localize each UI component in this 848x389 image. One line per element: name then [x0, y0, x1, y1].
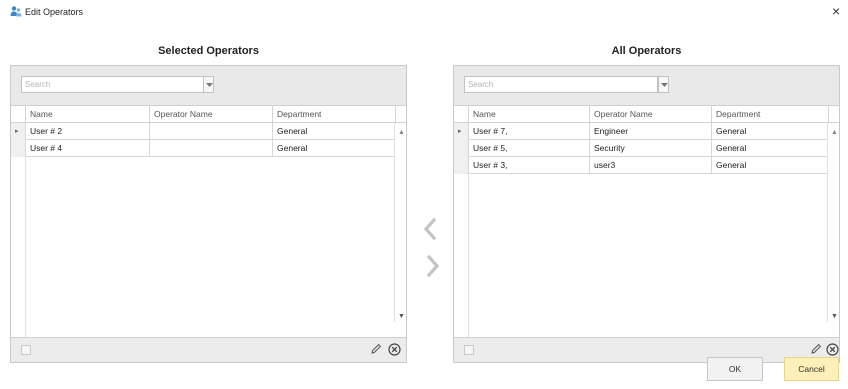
- all-operators-heading: All Operators: [611, 45, 682, 57]
- all-operators-panel: Search Name Operator Name Department ▸ U…: [453, 65, 840, 363]
- current-row-marker-icon: ▸: [15, 128, 19, 135]
- search-placeholder: Search: [468, 80, 494, 89]
- row-selector-gutter: [454, 174, 469, 337]
- cell-name: User # 4: [26, 140, 150, 157]
- selected-search-dropdown[interactable]: [203, 76, 214, 93]
- scroll-down-icon[interactable]: ▼: [398, 313, 405, 320]
- cell-operator-name: Engineer: [590, 123, 712, 140]
- column-header-operator-name[interactable]: Operator Name: [590, 106, 712, 123]
- select-all-checkbox[interactable]: [21, 345, 31, 355]
- scroll-up-icon[interactable]: ▲: [398, 129, 405, 136]
- chevron-right-icon[interactable]: [425, 255, 441, 277]
- cell-operator-name: [150, 123, 273, 140]
- all-vertical-scrollbar[interactable]: ▲ ▼: [827, 123, 839, 322]
- cell-department: General: [712, 123, 829, 140]
- chevron-down-icon: [206, 83, 213, 87]
- row-selector-gutter: [11, 157, 26, 337]
- chevron-down-icon: [661, 83, 668, 87]
- selected-grid-header: Name Operator Name Department: [11, 106, 406, 123]
- table-row[interactable]: ▸ User # 7, Engineer General: [454, 123, 839, 140]
- cell-operator-name: user3: [590, 157, 712, 174]
- search-placeholder: Search: [25, 80, 51, 89]
- pencil-icon[interactable]: [370, 343, 382, 355]
- title-bar: Edit Operators ×: [0, 0, 848, 24]
- cell-department: General: [712, 140, 829, 157]
- scroll-up-icon[interactable]: ▲: [831, 129, 838, 136]
- table-row[interactable]: User # 5, Security General: [454, 140, 839, 157]
- cell-name: User # 3,: [469, 157, 590, 174]
- table-row[interactable]: User # 3, user3 General: [454, 157, 839, 174]
- select-all-checkbox[interactable]: [464, 345, 474, 355]
- delete-icon[interactable]: [388, 343, 401, 356]
- all-search-dropdown[interactable]: [658, 76, 669, 93]
- table-row[interactable]: User # 4 General: [11, 140, 406, 157]
- row-selector-header: [11, 106, 26, 123]
- scroll-down-icon[interactable]: ▼: [831, 313, 838, 320]
- cell-department: General: [273, 123, 396, 140]
- selected-footer: [11, 337, 406, 362]
- window-title: Edit Operators: [25, 7, 84, 17]
- current-row-marker-icon: ▸: [458, 128, 462, 135]
- selected-operators-heading: Selected Operators: [158, 45, 259, 57]
- cell-name: User # 2: [26, 123, 150, 140]
- row-selector-header: [454, 106, 469, 123]
- column-header-operator-name[interactable]: Operator Name: [150, 106, 273, 123]
- selected-search-input[interactable]: Search: [21, 76, 212, 93]
- selected-vertical-scrollbar[interactable]: ▲ ▼: [394, 123, 406, 322]
- close-icon[interactable]: ×: [832, 4, 840, 18]
- cell-name: User # 5,: [469, 140, 590, 157]
- cell-name: User # 7,: [469, 123, 590, 140]
- cancel-button[interactable]: Cancel: [784, 357, 839, 381]
- cell-operator-name: [150, 140, 273, 157]
- selected-operators-panel: Search Name Operator Name Department ▸ U…: [10, 65, 407, 363]
- column-header-department[interactable]: Department: [273, 106, 396, 123]
- delete-icon[interactable]: [826, 343, 839, 356]
- column-header-name[interactable]: Name: [469, 106, 590, 123]
- row-selector[interactable]: [11, 140, 26, 157]
- column-header-name[interactable]: Name: [26, 106, 150, 123]
- all-grid-header: Name Operator Name Department: [454, 106, 839, 123]
- row-selector[interactable]: ▸: [454, 123, 469, 140]
- cell-department: General: [712, 157, 829, 174]
- table-row[interactable]: ▸ User # 2 General: [11, 123, 406, 140]
- ok-button[interactable]: OK: [707, 357, 763, 381]
- operators-app-icon: [10, 6, 22, 17]
- cell-department: General: [273, 140, 396, 157]
- column-header-department[interactable]: Department: [712, 106, 829, 123]
- row-selector[interactable]: ▸: [11, 123, 26, 140]
- all-footer: [454, 337, 839, 362]
- all-toolbar: Search: [454, 66, 839, 106]
- chevron-left-icon[interactable]: [422, 218, 438, 240]
- cell-operator-name: Security: [590, 140, 712, 157]
- row-selector[interactable]: [454, 140, 469, 157]
- all-search-input[interactable]: Search: [464, 76, 658, 93]
- pencil-icon[interactable]: [810, 343, 822, 355]
- row-selector[interactable]: [454, 157, 469, 174]
- selected-toolbar: Search: [11, 66, 406, 106]
